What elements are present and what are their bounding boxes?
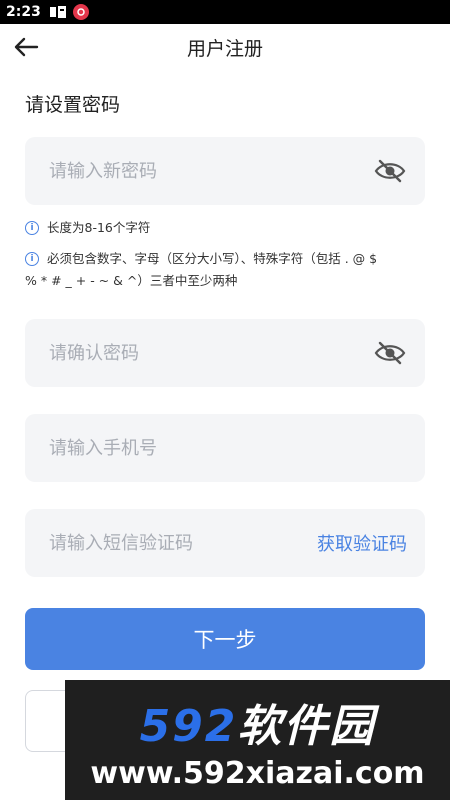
info-icon: i bbox=[25, 252, 39, 266]
confirm-password-field bbox=[25, 319, 425, 387]
arrow-left-icon bbox=[14, 37, 39, 57]
watermark-logo-text: 软件园 bbox=[237, 700, 376, 752]
section-title: 请设置密码 bbox=[25, 94, 121, 116]
phone-input[interactable] bbox=[49, 437, 407, 459]
watermark-url: www.592xiazai.com bbox=[90, 755, 425, 791]
phone-field bbox=[25, 414, 425, 482]
hint-length-text: 长度为8-16个字符 bbox=[47, 220, 151, 235]
hint-rules-line2: % * # _ + - ~ & ^）三者中至少两种 bbox=[25, 273, 238, 288]
page-title: 用户注册 bbox=[186, 37, 263, 60]
sms-code-input[interactable] bbox=[49, 532, 317, 554]
app-icon bbox=[49, 5, 67, 19]
confirm-password-input[interactable] bbox=[49, 342, 373, 364]
status-time: 2:23 bbox=[6, 4, 41, 20]
hint-rules: i 必须包含数字、字母（区分大小写）、特殊字符（包括 . @ $ % * # _… bbox=[25, 248, 425, 292]
status-bar: 2:23 bbox=[0, 0, 450, 24]
new-password-field bbox=[25, 137, 425, 205]
get-code-button[interactable]: 获取验证码 bbox=[317, 530, 407, 556]
sms-code-field: 获取验证码 bbox=[25, 509, 425, 577]
next-button[interactable]: 下一步 bbox=[25, 608, 425, 670]
back-button[interactable] bbox=[10, 32, 42, 62]
eye-off-icon[interactable] bbox=[373, 158, 407, 184]
new-password-input[interactable] bbox=[49, 160, 373, 182]
hint-rules-line1: 必须包含数字、字母（区分大小写）、特殊字符（包括 . @ $ bbox=[47, 251, 378, 266]
nav-bar: 用户注册 bbox=[0, 24, 450, 70]
notification-icon bbox=[72, 4, 89, 20]
watermark-logo: 592软件园 bbox=[140, 690, 376, 754]
eye-off-icon[interactable] bbox=[373, 340, 407, 366]
info-icon: i bbox=[25, 221, 39, 235]
hint-length: i 长度为8-16个字符 bbox=[25, 217, 150, 239]
watermark-logo-number: 592 bbox=[139, 700, 238, 752]
watermark: 592软件园 www.592xiazai.com bbox=[65, 680, 450, 800]
